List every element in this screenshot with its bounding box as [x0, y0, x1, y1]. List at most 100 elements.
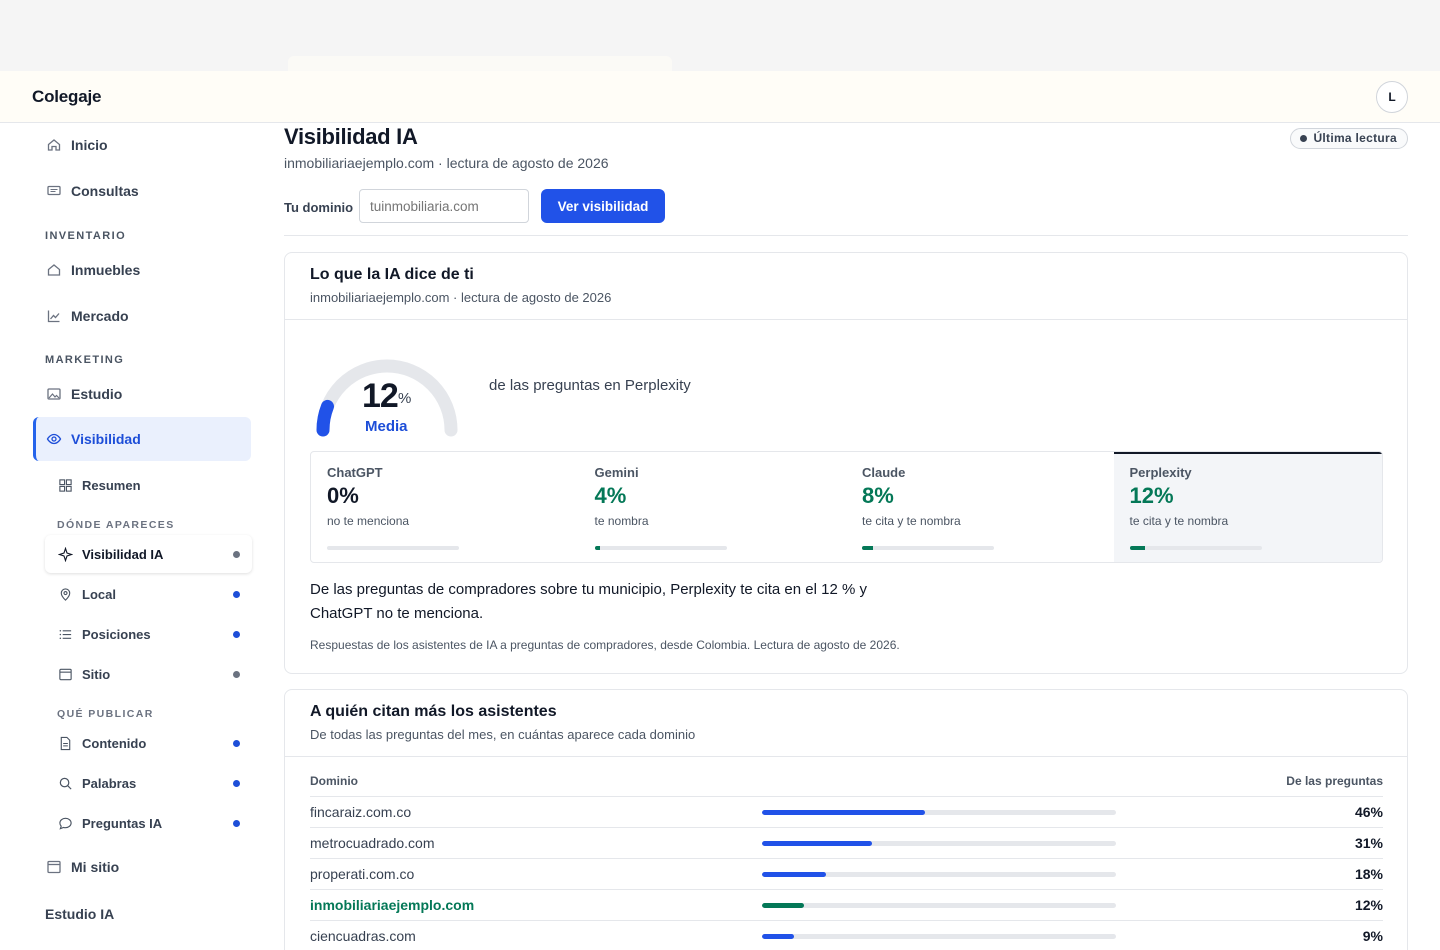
- engine-bar-fill: [862, 546, 873, 550]
- sidebar-item-visibilidad[interactable]: Visibilidad: [33, 417, 251, 461]
- status-dot: [233, 740, 240, 747]
- engine-bar-fill: [594, 546, 600, 550]
- visibility-summary: De las preguntas de compradores sobre tu…: [310, 581, 867, 622]
- row-bar-track: [762, 903, 1116, 908]
- divider: [285, 319, 1407, 320]
- sidebar-subitem-sitio[interactable]: Sitio: [45, 655, 252, 693]
- sidebar: Inicio Consultas INVENTARIO Inmuebles Me…: [0, 123, 264, 950]
- browser-icon: [59, 668, 72, 680]
- sidebar-subitem-local[interactable]: Local: [45, 575, 252, 613]
- row-domain: ciencuadras.com: [310, 928, 416, 944]
- grid-icon: [59, 478, 72, 492]
- engine-name: Claude: [862, 465, 906, 480]
- engine-bar-track: [862, 546, 994, 550]
- sidebar-item-label: Resumen: [82, 477, 141, 493]
- engine-bar-fill: [1129, 546, 1146, 550]
- engine-note: te cita y te nombra: [862, 514, 961, 528]
- sidebar-item-consultas[interactable]: Consultas: [33, 169, 251, 213]
- sidebar-subitem-preguntas-ia[interactable]: Preguntas IA: [45, 804, 252, 842]
- sidebar-item-inmuebles[interactable]: Inmuebles: [33, 248, 251, 292]
- section-label-donde-apareces: DÓNDE APARECES: [57, 519, 175, 531]
- search-icon: [59, 777, 72, 790]
- sidebar-subitem-palabras[interactable]: Palabras: [45, 764, 252, 802]
- sidebar-subitem-contenido[interactable]: Contenido: [45, 724, 252, 762]
- domain-label: Tu dominio: [284, 200, 354, 215]
- engine-tab-gemini[interactable]: Gemini 4% te nombra: [579, 452, 847, 562]
- row-bar-fill: [762, 934, 794, 939]
- gauge-unit: %: [398, 390, 412, 407]
- section-label-que-publicar: QUÉ PUBLICAR: [57, 708, 154, 720]
- status-dot: [233, 551, 240, 558]
- sidebar-item-label: Posiciones: [82, 626, 151, 642]
- home-icon: [47, 139, 61, 151]
- card-subtitle: inmobiliariaejemplo.com · lectura de ago…: [310, 290, 612, 305]
- card-title: Lo que la IA dice de ti: [310, 266, 474, 283]
- page-subtitle: inmobiliariaejemplo.com · lectura de ago…: [284, 155, 609, 171]
- sidebar-item-mi-sitio[interactable]: Mi sitio: [33, 845, 251, 889]
- gauge-description: de las preguntas en Perplexity: [489, 377, 691, 394]
- view-visibility-button[interactable]: Ver visibilidad: [541, 189, 665, 223]
- gauge-value: 12: [362, 377, 399, 415]
- row-bar-fill: [762, 810, 925, 815]
- engine-value: 12%: [1129, 483, 1174, 508]
- status-dot: [233, 671, 240, 678]
- window-icon: [47, 860, 61, 874]
- engine-name: Perplexity: [1129, 465, 1192, 480]
- sidebar-subitem-posiciones[interactable]: Posiciones: [45, 615, 252, 653]
- sidebar-item-inicio[interactable]: Inicio: [33, 123, 251, 167]
- house-icon: [47, 264, 61, 276]
- sidebar-item-mercado[interactable]: Mercado: [33, 294, 251, 338]
- status-dot: [233, 591, 240, 598]
- sidebar-item-estudio-ia[interactable]: Estudio IA: [45, 906, 114, 922]
- row-domain: properati.com.co: [310, 866, 415, 882]
- status-dot: [233, 820, 240, 827]
- row-value: 18%: [1354, 866, 1383, 882]
- section-label-inventario: INVENTARIO: [45, 230, 127, 242]
- table-row: properati.com.co 18%: [310, 858, 1383, 889]
- row-bar-track: [762, 841, 1116, 846]
- user-avatar[interactable]: L: [1376, 81, 1408, 113]
- row-bar-fill: [762, 903, 805, 908]
- sidebar-item-label: Palabras: [82, 775, 137, 791]
- section-label-marketing: MARKETING: [45, 354, 125, 366]
- sidebar-item-label: Local: [82, 586, 116, 602]
- domain-input[interactable]: [359, 189, 529, 223]
- sidebar-item-label: Mi sitio: [71, 859, 120, 875]
- row-bar-track: [762, 872, 1116, 877]
- chat-bubble-icon: [59, 817, 72, 830]
- gauge-fill: [316, 399, 334, 437]
- table-row: metrocuadrado.com 31%: [310, 827, 1383, 858]
- brand-logo[interactable]: Colegaje: [32, 87, 101, 107]
- row-bar-track: [762, 810, 1116, 815]
- sidebar-subitem-visibilidad-ia[interactable]: Visibilidad IA: [45, 535, 252, 573]
- table-row: fincaraiz.com.co 46%: [310, 796, 1383, 827]
- sidebar-item-label: Estudio: [71, 386, 123, 402]
- sidebar-item-estudio[interactable]: Estudio: [33, 372, 251, 416]
- row-domain: metrocuadrado.com: [310, 835, 435, 851]
- row-bar-fill: [762, 872, 826, 877]
- sidebar-item-label: Sitio: [82, 666, 111, 682]
- row-value: 46%: [1354, 804, 1383, 820]
- column-header-share: De las preguntas: [1286, 774, 1383, 788]
- sidebar-item-label: Consultas: [71, 183, 139, 199]
- engine-tab-chatgpt[interactable]: ChatGPT 0% no te menciona: [311, 452, 579, 562]
- engine-name: Gemini: [594, 465, 639, 480]
- gauge-level-label: Media: [365, 418, 408, 435]
- list-icon: [59, 629, 72, 639]
- engine-tab-perplexity[interactable]: Perplexity 12% te cita y te nombra: [1113, 452, 1382, 562]
- sidebar-item-label: Contenido: [82, 735, 147, 751]
- engine-tab-claude[interactable]: Claude 8% te cita y te nombra: [846, 452, 1114, 562]
- map-pin-icon: [60, 587, 71, 601]
- status-dot: [233, 780, 240, 787]
- sidebar-subitem-resumen[interactable]: Resumen: [45, 466, 252, 504]
- status-dot: [233, 631, 240, 638]
- sidebar-item-label: Visibilidad: [71, 431, 141, 447]
- sidebar-item-label: Visibilidad IA: [82, 546, 164, 562]
- row-bar-fill: [762, 841, 872, 846]
- engine-name: ChatGPT: [327, 465, 383, 480]
- row-value: 12%: [1354, 897, 1383, 913]
- card-subtitle: De todas las preguntas del mes, en cuánt…: [310, 727, 696, 742]
- engine-bar-track: [327, 546, 459, 550]
- engine-bar-track: [1129, 546, 1262, 550]
- column-header-domain: Dominio: [310, 774, 358, 788]
